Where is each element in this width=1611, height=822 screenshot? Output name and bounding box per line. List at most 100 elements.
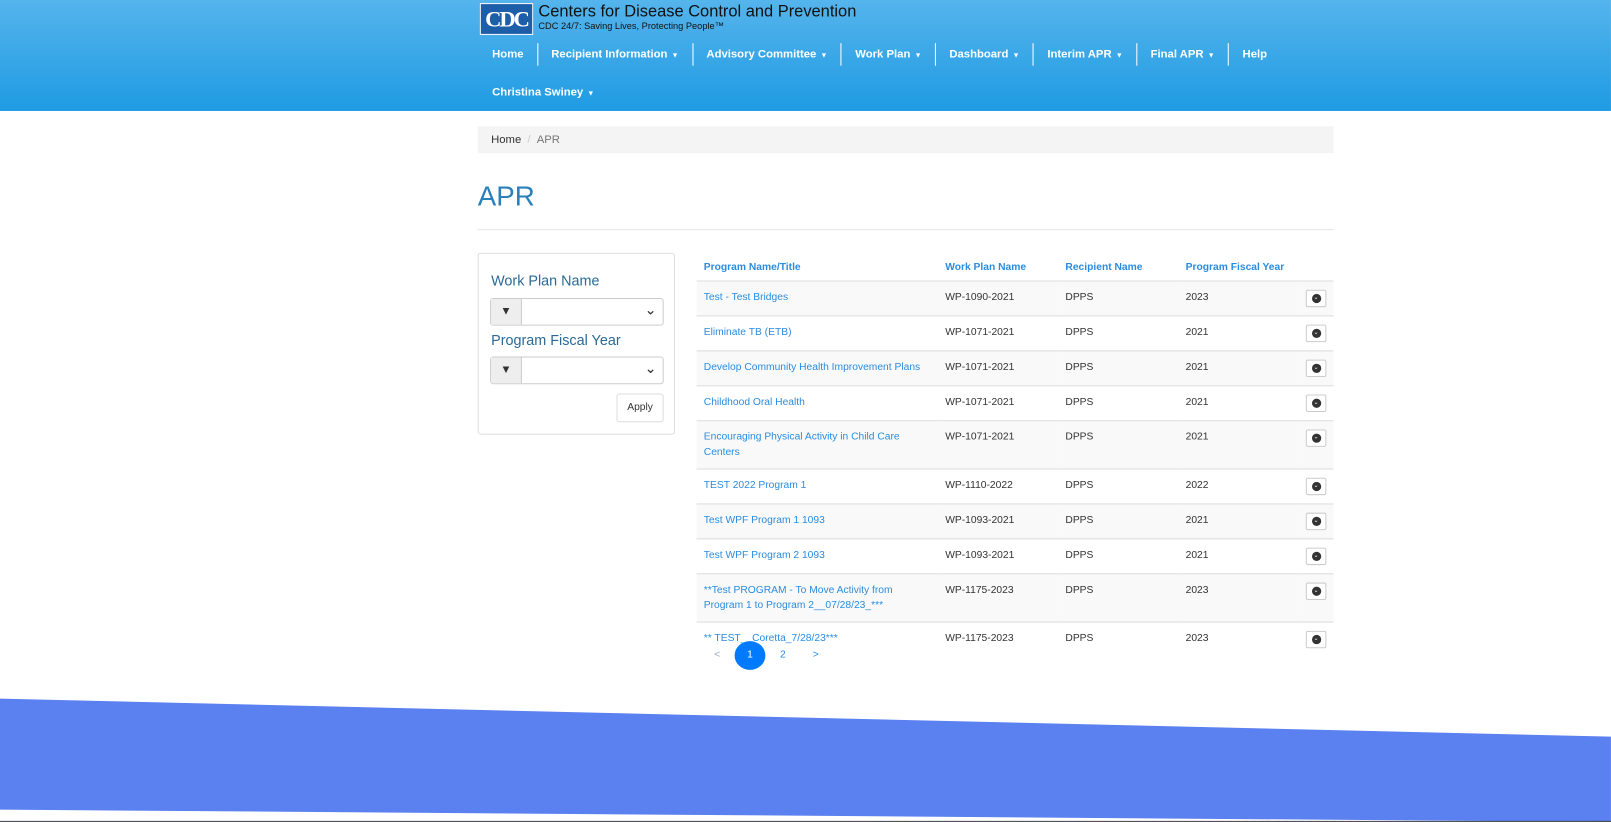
chevron-down-icon: ⌄	[644, 301, 657, 318]
work-plan-cell: WP-1175-2023	[945, 632, 1014, 645]
column-header[interactable]: Work Plan Name	[938, 253, 1059, 282]
breadcrumb-home[interactable]: Home	[491, 134, 521, 146]
nav-item-advisory-committee[interactable]: Advisory Committee ▼	[693, 43, 842, 66]
expand-row-button[interactable]: ⌄	[1305, 429, 1327, 447]
fiscal-year-label: Program Fiscal Year	[491, 331, 621, 349]
table-row: Test - Test Bridges WP-1090-2021 DPPS 2023 ⌄	[696, 280, 1334, 317]
main-nav: Home Recipient Information ▼ Advisory Commi…	[479, 43, 1301, 119]
nav-item-help[interactable]: Help	[1229, 43, 1280, 66]
actions-cell: ⌄	[1296, 420, 1334, 470]
program-link[interactable]: TEST 2022 Program 1	[696, 469, 939, 505]
work-plan-cell: WP-1090-2021	[938, 280, 1059, 317]
program-link[interactable]: Test - Test Bridges	[696, 280, 939, 317]
prev-page-button[interactable]: <	[702, 641, 733, 670]
program-link[interactable]: Test WPF Program 2 1093	[696, 538, 939, 575]
chevron-down-circle-icon: ⌄	[1311, 516, 1321, 527]
chevron-down-circle-icon: ⌄	[1311, 328, 1321, 339]
actions-cell: ⌄	[1296, 573, 1334, 623]
nav-item-final-apr[interactable]: Final APR ▼	[1137, 43, 1230, 66]
table-row: Eliminate TB (ETB) WP-1071-2021 DPPS 2021 ⌄	[696, 315, 1334, 352]
breadcrumb: Home / APR	[477, 126, 1334, 154]
fiscal-year-cell: 2023	[1185, 632, 1209, 645]
recipient-cell: DPPS	[1058, 350, 1179, 387]
recipient-cell: DPPS	[1058, 420, 1179, 470]
nav-item-recipient-information[interactable]: Recipient Information ▼	[538, 43, 694, 66]
nav-label: Help	[1242, 48, 1268, 61]
table-row: Test WPF Program 1 1093 WP-1093-2021 DPPS 2…	[696, 503, 1334, 540]
work-plan-cell: WP-1093-2021	[938, 503, 1059, 540]
recipient-cell: DPPS	[1058, 573, 1179, 623]
expand-row-button[interactable]: ⌄	[1305, 630, 1327, 649]
actions-cell: ⌄	[1296, 503, 1334, 540]
nav-label: Advisory Committee	[706, 48, 817, 61]
nav-item-dashboard[interactable]: Dashboard ▼	[936, 43, 1034, 66]
nav-label: Interim APR	[1047, 48, 1112, 61]
page-button-1[interactable]: 1	[734, 641, 766, 670]
recipient-cell: DPPS	[1058, 503, 1179, 540]
program-link[interactable]: Test WPF Program 1 1093	[696, 503, 939, 540]
fiscal-year-cell: 2023	[1178, 573, 1297, 623]
expand-row-button[interactable]: ⌄	[1305, 477, 1327, 496]
filter-icon: ▼	[491, 357, 522, 384]
expand-row-button[interactable]: ⌄	[1305, 582, 1327, 601]
chevron-down-circle-icon: ⌄	[1311, 635, 1321, 645]
actions-cell: ⌄	[1296, 538, 1334, 575]
divider	[477, 229, 1334, 231]
nav-item-home[interactable]: Home	[479, 43, 538, 66]
chevron-down-circle-icon: ⌄	[1311, 551, 1321, 562]
recipient-cell: DPPS	[1058, 280, 1179, 317]
apply-button[interactable]: Apply	[616, 393, 664, 423]
pagination: <1 2 >	[702, 641, 834, 670]
column-header-actions	[1296, 253, 1334, 282]
table-row: **Test PROGRAM - To Move Activity from P…	[696, 573, 1334, 623]
work-plan-select[interactable]: ▼ ⌄	[490, 297, 664, 326]
brand[interactable]: CDC Centers for Disease Control and Prev…	[479, 3, 856, 35]
expand-row-button[interactable]: ⌄	[1305, 547, 1327, 566]
program-link[interactable]: Eliminate TB (ETB)	[696, 315, 939, 352]
chevron-down-circle-icon: ⌄	[1311, 481, 1321, 492]
recipient-cell: DPPS	[1058, 385, 1179, 422]
actions-cell: ⌄	[1296, 469, 1334, 505]
column-header[interactable]: Program Fiscal Year	[1178, 253, 1297, 282]
work-plan-cell: WP-1110-2022	[938, 469, 1059, 505]
next-page-button[interactable]: >	[800, 641, 831, 670]
expand-row-button[interactable]: ⌄	[1305, 359, 1327, 378]
filter-panel: Work Plan Name ▼ ⌄ Program Fiscal Year ▼…	[477, 252, 676, 435]
chevron-down-circle-icon: ⌄	[1311, 293, 1321, 304]
program-link[interactable]: **Test PROGRAM - To Move Activity from P…	[696, 573, 939, 623]
column-header[interactable]: Recipient Name	[1058, 253, 1179, 282]
table-row: Encouraging Physical Activity in Child C…	[696, 420, 1334, 470]
nav-item-christina-swiney[interactable]: Christina Swiney ▼	[479, 81, 1301, 104]
expand-row-button[interactable]: ⌄	[1305, 289, 1327, 308]
fiscal-year-cell: 2021	[1178, 538, 1297, 575]
page-button-2[interactable]: 2	[767, 641, 798, 670]
table-row: Develop Community Health Improvement Pla…	[696, 350, 1334, 387]
caret-down-icon: ▼	[820, 52, 828, 60]
work-plan-cell: WP-1071-2021	[938, 315, 1059, 352]
expand-row-button[interactable]: ⌄	[1305, 324, 1327, 343]
nav-label: Recipient Information	[551, 48, 668, 61]
fiscal-year-cell: 2021	[1178, 350, 1297, 387]
apr-table: Program Name/Title Work Plan Name Recipi…	[696, 253, 1334, 657]
program-link[interactable]: Childhood Oral Health	[696, 385, 939, 422]
site-tagline: CDC 24/7: Saving Lives, Protecting Peopl…	[538, 20, 724, 31]
work-plan-cell: WP-1071-2021	[938, 350, 1059, 387]
column-header[interactable]: Program Name/Title	[696, 253, 939, 282]
actions-cell: ⌄	[1296, 280, 1334, 317]
actions-cell: ⌄	[1296, 385, 1334, 422]
program-link[interactable]: Develop Community Health Improvement Pla…	[696, 350, 939, 387]
cdc-logo: CDC	[479, 3, 534, 35]
chevron-down-circle-icon: ⌄	[1311, 363, 1321, 374]
nav-item-interim-apr[interactable]: Interim APR ▼	[1034, 43, 1138, 66]
fiscal-year-select[interactable]: ▼ ⌄	[490, 356, 664, 385]
expand-row-button[interactable]: ⌄	[1305, 394, 1327, 412]
expand-row-button[interactable]: ⌄	[1305, 512, 1327, 531]
work-plan-cell: WP-1071-2021	[938, 420, 1059, 470]
program-link[interactable]: Encouraging Physical Activity in Child C…	[696, 420, 939, 470]
caret-down-icon: ▼	[914, 52, 922, 60]
footer-band	[0, 698, 1611, 822]
actions-cell: ⌄	[1297, 622, 1334, 656]
caret-down-icon: ▼	[671, 52, 679, 60]
work-plan-cell: WP-1093-2021	[938, 538, 1059, 575]
nav-item-work-plan[interactable]: Work Plan ▼	[842, 43, 936, 66]
